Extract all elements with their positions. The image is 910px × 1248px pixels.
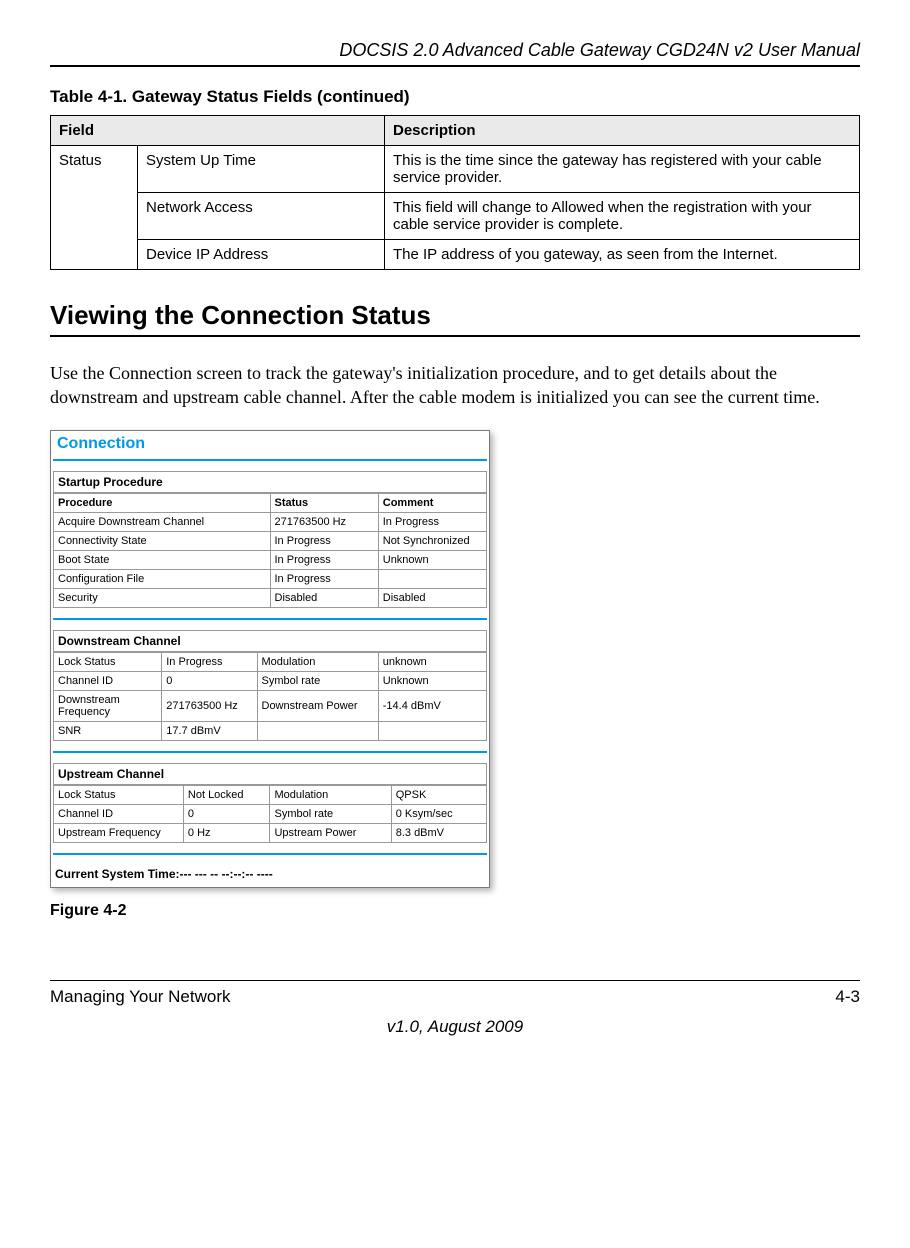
cell: Unknown xyxy=(378,550,486,569)
cell: 0 Ksym/sec xyxy=(391,804,486,823)
cell: Channel ID xyxy=(54,671,162,690)
cell: Upstream Frequency xyxy=(54,823,184,842)
header-divider xyxy=(50,65,860,67)
cell: 0 xyxy=(183,804,270,823)
table-row: Network Access This field will change to… xyxy=(51,193,860,240)
document-header: DOCSIS 2.0 Advanced Cable Gateway CGD24N… xyxy=(50,40,860,61)
blue-divider xyxy=(53,618,487,620)
downstream-table: Lock StatusIn ProgressModulationunknown … xyxy=(53,652,487,741)
cell-field: Network Access xyxy=(138,193,385,240)
cell: Not Locked xyxy=(183,785,270,804)
cell-field: System Up Time xyxy=(138,146,385,193)
cell: Symbol rate xyxy=(270,804,391,823)
cell xyxy=(378,569,486,588)
blue-divider xyxy=(53,751,487,753)
th-description: Description xyxy=(385,116,860,146)
cell-field: Device IP Address xyxy=(138,240,385,270)
cell: Not Synchronized xyxy=(378,531,486,550)
cell: In Progress xyxy=(270,550,378,569)
cell-desc: This field will change to Allowed when t… xyxy=(385,193,860,240)
upstream-label: Upstream Channel xyxy=(53,763,487,785)
cell-group: Status xyxy=(51,146,138,270)
screenshot-title: Connection xyxy=(53,433,487,459)
th-field: Field xyxy=(51,116,385,146)
cell xyxy=(378,721,486,740)
cell: Boot State xyxy=(54,550,271,569)
blue-divider xyxy=(53,459,487,461)
cell: Acquire Downstream Channel xyxy=(54,512,271,531)
cell-desc: The IP address of you gateway, as seen f… xyxy=(385,240,860,270)
footer-left: Managing Your Network xyxy=(50,987,231,1007)
fields-table: Field Description Status System Up Time … xyxy=(50,115,860,270)
footer-version: v1.0, August 2009 xyxy=(50,1017,860,1037)
footer-divider xyxy=(50,980,860,981)
cell: 0 Hz xyxy=(183,823,270,842)
cell: Disabled xyxy=(378,588,486,607)
cell: In Progress xyxy=(270,569,378,588)
page-number: 4-3 xyxy=(835,987,860,1007)
cell: Disabled xyxy=(270,588,378,607)
cell: unknown xyxy=(378,652,486,671)
table-row: Status System Up Time This is the time s… xyxy=(51,146,860,193)
cell: Security xyxy=(54,588,271,607)
cell: Lock Status xyxy=(54,785,184,804)
cell: Channel ID xyxy=(54,804,184,823)
footer: Managing Your Network 4-3 v1.0, August 2… xyxy=(50,980,860,1037)
cell: Unknown xyxy=(378,671,486,690)
blue-divider xyxy=(53,853,487,855)
cell: QPSK xyxy=(391,785,486,804)
section-divider xyxy=(50,335,860,337)
section-paragraph: Use the Connection screen to track the g… xyxy=(50,361,860,410)
connection-screenshot: Connection Startup Procedure Procedure S… xyxy=(50,430,490,888)
cell: 8.3 dBmV xyxy=(391,823,486,842)
cell-desc: This is the time since the gateway has r… xyxy=(385,146,860,193)
cell: 0 xyxy=(162,671,257,690)
cell: Modulation xyxy=(270,785,391,804)
cell: In Progress xyxy=(378,512,486,531)
startup-label: Startup Procedure xyxy=(53,471,487,493)
cell: Symbol rate xyxy=(257,671,378,690)
figure-label: Figure 4-2 xyxy=(50,902,860,920)
cell: Modulation xyxy=(257,652,378,671)
startup-table: Procedure Status Comment Acquire Downstr… xyxy=(53,493,487,608)
downstream-label: Downstream Channel xyxy=(53,630,487,652)
upstream-table: Lock StatusNot LockedModulationQPSK Chan… xyxy=(53,785,487,843)
cell: 17.7 dBmV xyxy=(162,721,257,740)
cell: 271763500 Hz xyxy=(270,512,378,531)
th-status: Status xyxy=(270,493,378,512)
cell xyxy=(257,721,378,740)
cell: Upstream Power xyxy=(270,823,391,842)
th-procedure: Procedure xyxy=(54,493,271,512)
cell: 271763500 Hz xyxy=(162,690,257,721)
cell: SNR xyxy=(54,721,162,740)
cell: Connectivity State xyxy=(54,531,271,550)
cell: Downstream Frequency xyxy=(54,690,162,721)
th-comment: Comment xyxy=(378,493,486,512)
cell: In Progress xyxy=(270,531,378,550)
section-heading: Viewing the Connection Status xyxy=(50,300,860,331)
cell: In Progress xyxy=(162,652,257,671)
current-time: Current System Time:--- --- -- --:--:-- … xyxy=(53,865,487,885)
cell: Downstream Power xyxy=(257,690,378,721)
cell: Configuration File xyxy=(54,569,271,588)
cell: -14.4 dBmV xyxy=(378,690,486,721)
cell: Lock Status xyxy=(54,652,162,671)
table-caption: Table 4-1. Gateway Status Fields (contin… xyxy=(50,87,860,107)
table-row: Device IP Address The IP address of you … xyxy=(51,240,860,270)
